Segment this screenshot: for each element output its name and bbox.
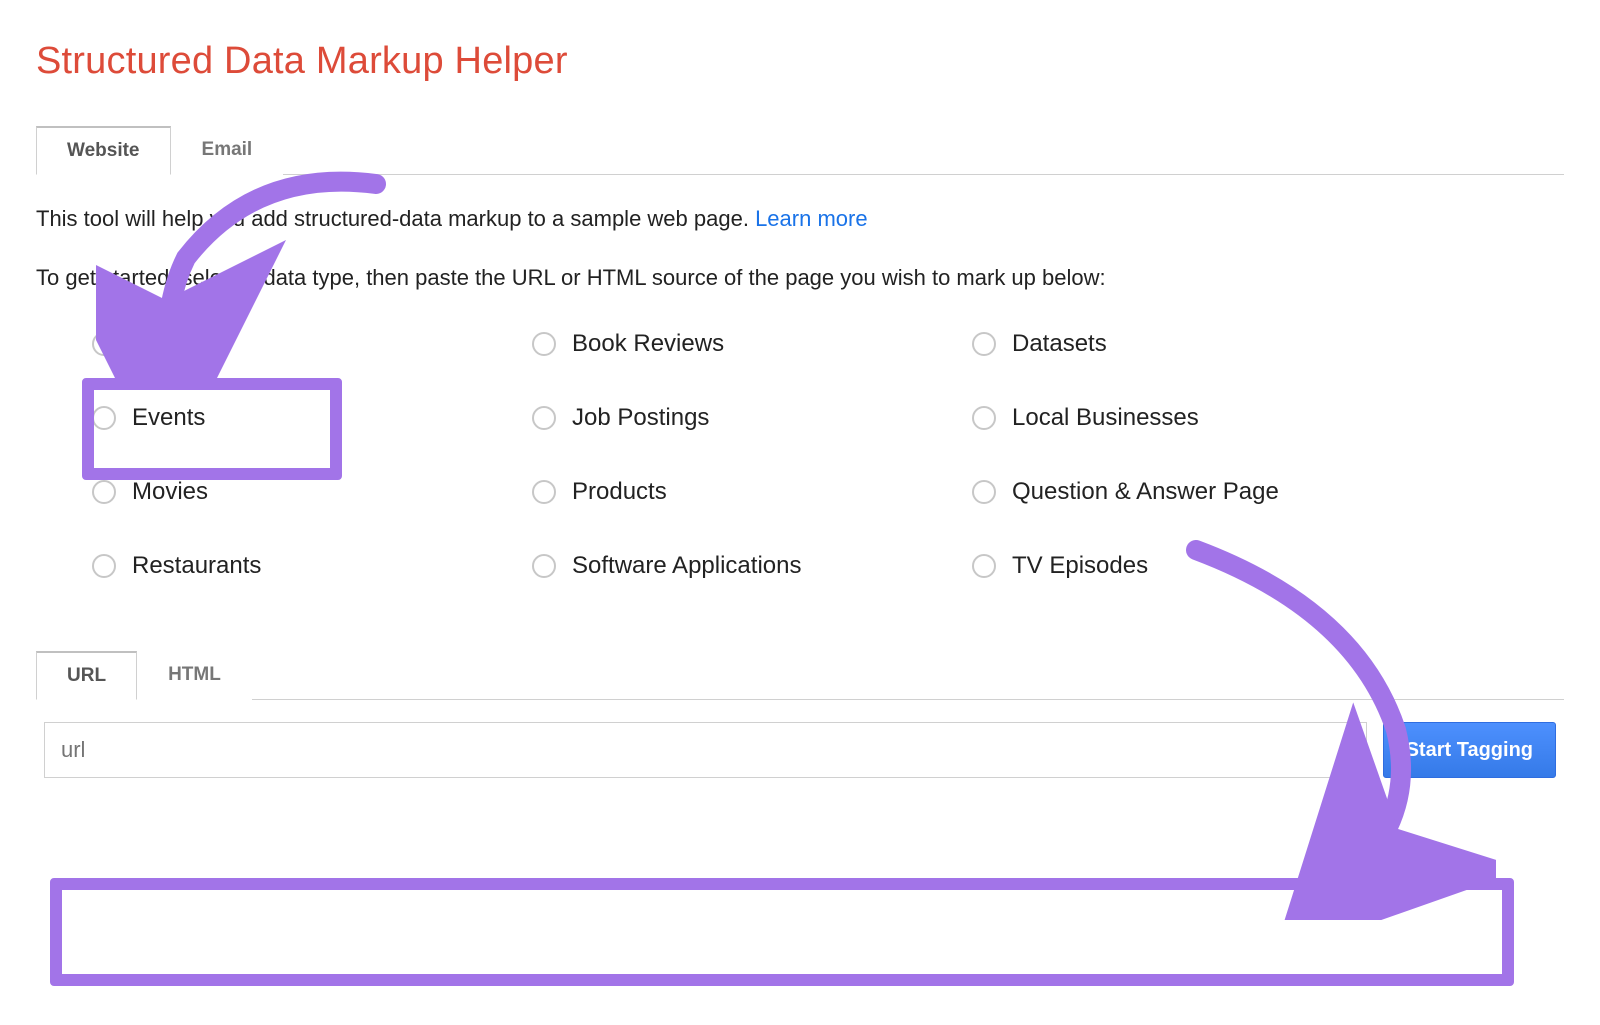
tab-website[interactable]: Website xyxy=(36,126,171,175)
radio-icon xyxy=(972,332,996,356)
tabs-top: Website Email xyxy=(36,125,1564,175)
intro-line-1: This tool will help you add structured-d… xyxy=(36,205,1564,234)
radio-label: Book Reviews xyxy=(572,330,724,358)
radio-software-apps[interactable]: Software Applications xyxy=(532,552,952,580)
radio-icon xyxy=(92,480,116,504)
radio-job-postings[interactable]: Job Postings xyxy=(532,404,952,432)
intro-line-2: To get started, select a data type, then… xyxy=(36,264,1564,293)
radio-icon xyxy=(92,406,116,430)
annotation-highlight-url-row xyxy=(50,878,1514,986)
radio-label: Local Businesses xyxy=(1012,404,1199,432)
tab-url[interactable]: URL xyxy=(36,651,137,700)
radio-qa-page[interactable]: Question & Answer Page xyxy=(972,478,1392,506)
radio-movies[interactable]: Movies xyxy=(92,478,512,506)
radio-label: Datasets xyxy=(1012,330,1107,358)
radio-label: Software Applications xyxy=(572,552,801,580)
radio-events[interactable]: Events xyxy=(92,404,512,432)
radio-label: Question & Answer Page xyxy=(1012,478,1279,506)
radio-icon xyxy=(532,480,556,504)
radio-icon xyxy=(532,332,556,356)
radio-icon xyxy=(972,480,996,504)
tab-html[interactable]: HTML xyxy=(137,651,252,700)
radio-icon xyxy=(972,554,996,578)
radio-label: Events xyxy=(132,404,205,432)
tabs-lower: URL HTML xyxy=(36,650,1564,700)
radio-label: TV Episodes xyxy=(1012,552,1148,580)
radio-tv-episodes[interactable]: TV Episodes xyxy=(972,552,1392,580)
radio-label: Movies xyxy=(132,478,208,506)
radio-restaurants[interactable]: Restaurants xyxy=(92,552,512,580)
radio-icon xyxy=(532,554,556,578)
url-row: Start Tagging xyxy=(36,714,1564,786)
radio-products[interactable]: Products xyxy=(532,478,952,506)
learn-more-link[interactable]: Learn more xyxy=(755,206,868,231)
radio-local-businesses[interactable]: Local Businesses xyxy=(972,404,1392,432)
tab-email[interactable]: Email xyxy=(171,126,284,175)
radio-label: Products xyxy=(572,478,667,506)
start-tagging-button[interactable]: Start Tagging xyxy=(1383,722,1556,778)
data-type-grid: Articles Book Reviews Datasets Events Jo… xyxy=(92,330,1392,580)
radio-icon xyxy=(532,406,556,430)
radio-datasets[interactable]: Datasets xyxy=(972,330,1392,358)
radio-articles[interactable]: Articles xyxy=(92,330,512,358)
url-input[interactable] xyxy=(44,722,1367,778)
radio-icon xyxy=(972,406,996,430)
radio-label: Restaurants xyxy=(132,552,261,580)
radio-icon xyxy=(92,554,116,578)
intro-text-1: This tool will help you add structured-d… xyxy=(36,206,755,231)
radio-label: Job Postings xyxy=(572,404,709,432)
radio-icon xyxy=(92,332,116,356)
radio-label: Articles xyxy=(132,330,211,358)
page-title: Structured Data Markup Helper xyxy=(36,40,1564,83)
radio-book-reviews[interactable]: Book Reviews xyxy=(532,330,952,358)
